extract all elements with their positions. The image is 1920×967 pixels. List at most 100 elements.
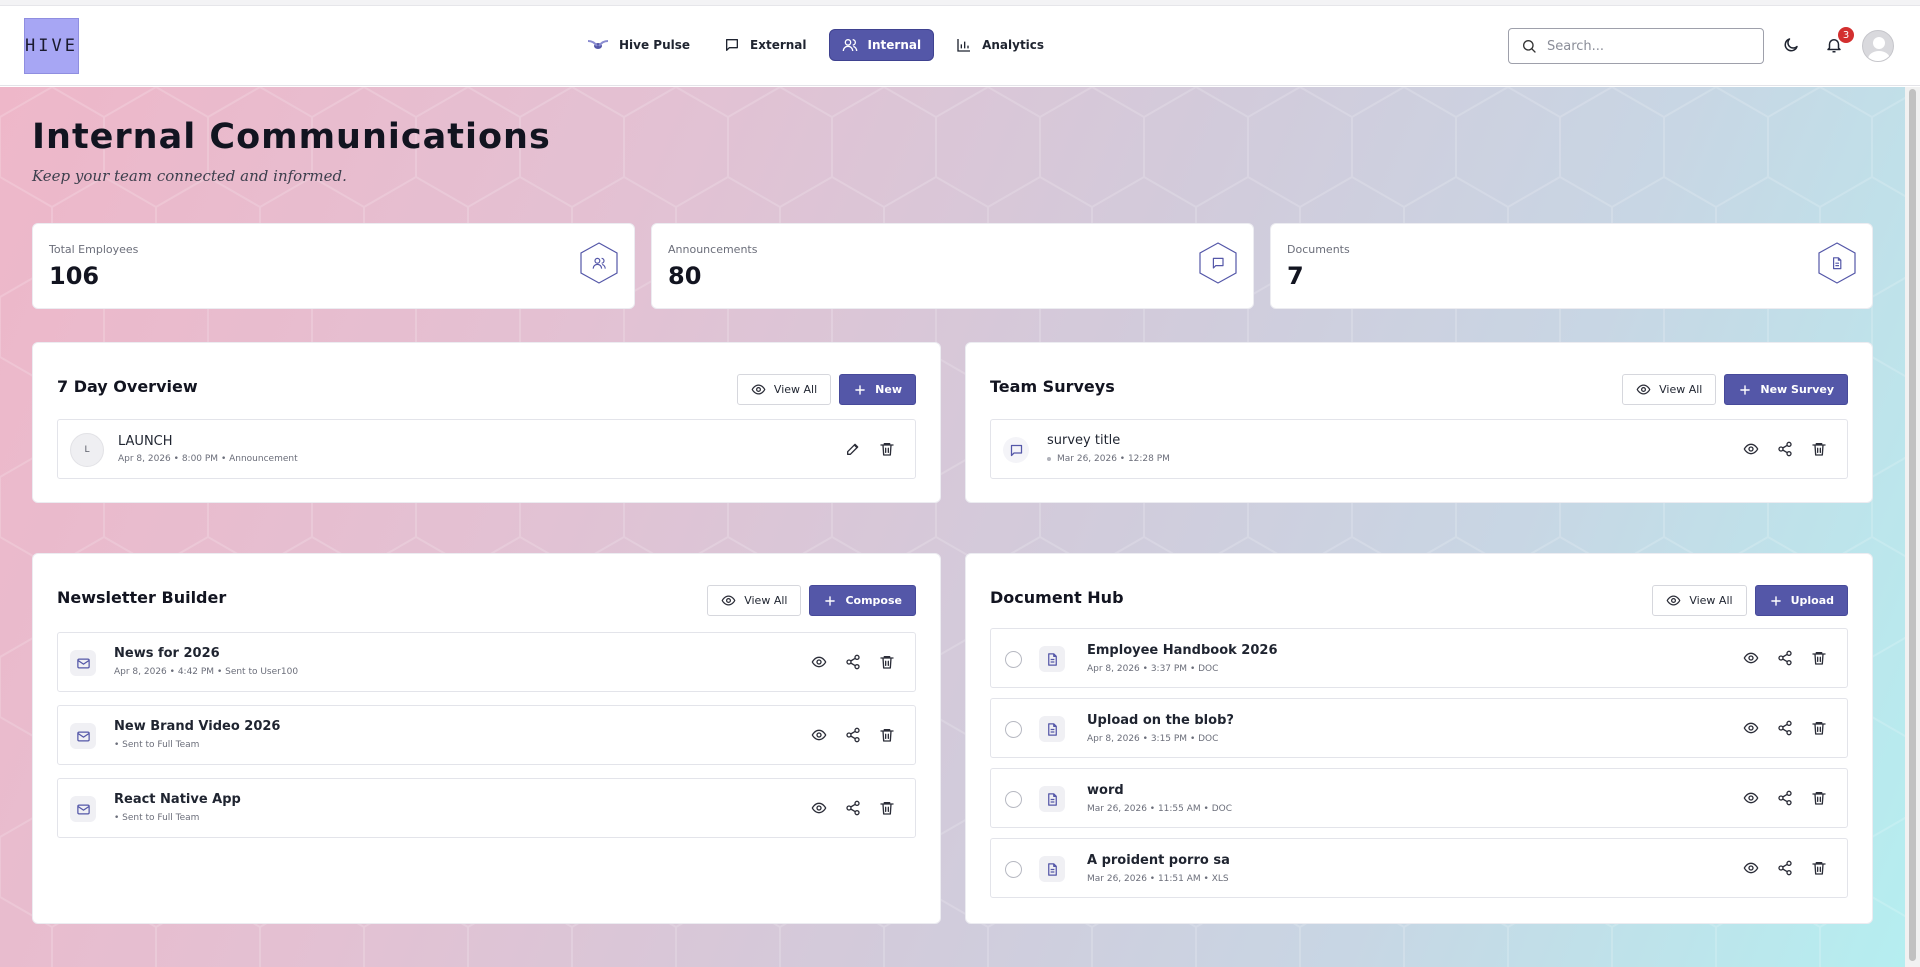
panel-actions: View All Compose: [707, 585, 916, 616]
list-item[interactable]: React Native App • Sent to Full Team: [57, 778, 916, 838]
stat-value: 7: [1287, 262, 1304, 290]
nav-hive-pulse[interactable]: Hive Pulse: [575, 29, 702, 61]
button-label: Upload: [1790, 594, 1834, 607]
item-title: React Native App: [114, 792, 241, 807]
user-avatar[interactable]: [1862, 30, 1894, 62]
share-icon[interactable]: [1777, 650, 1793, 666]
share-icon[interactable]: [845, 800, 861, 816]
eye-icon[interactable]: [811, 727, 827, 743]
upload-button[interactable]: Upload: [1754, 585, 1848, 616]
file-text-icon: [1818, 242, 1856, 284]
eye-icon[interactable]: [1743, 441, 1759, 457]
row-actions: [1743, 839, 1827, 897]
edit-icon[interactable]: [845, 441, 861, 457]
trash-icon[interactable]: [879, 800, 895, 816]
nav-label: Hive Pulse: [619, 38, 691, 52]
users-icon: [842, 37, 858, 53]
moon-icon[interactable]: [1782, 36, 1800, 54]
panel-title: Document Hub: [990, 588, 1124, 607]
file-text-icon: [1039, 716, 1065, 742]
page-title: Internal Communications: [32, 117, 551, 157]
button-label: View All: [773, 383, 818, 396]
panel-7-day-overview: 7 Day Overview View All New L LAUNCH Apr…: [32, 342, 941, 503]
bee-icon: [587, 38, 609, 52]
status-dot: [1047, 456, 1051, 461]
trash-icon[interactable]: [879, 441, 895, 457]
file-text-icon: [1039, 856, 1065, 882]
row-actions: [811, 633, 895, 691]
trash-icon[interactable]: [1811, 650, 1827, 666]
new-button[interactable]: New: [839, 374, 916, 405]
search-box: [1508, 28, 1764, 64]
users-icon: [580, 242, 618, 284]
list-item[interactable]: New Brand Video 2026 • Sent to Full Team: [57, 705, 916, 765]
trash-icon[interactable]: [1811, 441, 1827, 457]
select-radio[interactable]: [1005, 651, 1022, 668]
trash-icon[interactable]: [1811, 860, 1827, 876]
row-actions: [811, 779, 895, 837]
new-survey-button[interactable]: New Survey: [1724, 374, 1848, 405]
row-actions: [1743, 699, 1827, 757]
panel-title: 7 Day Overview: [57, 377, 198, 396]
item-meta: Apr 8, 2026 • 4:42 PM • Sent to User100: [114, 667, 299, 677]
view-all-button[interactable]: View All: [707, 585, 802, 616]
eye-icon[interactable]: [1743, 650, 1759, 666]
item-title: Employee Handbook 2026: [1087, 643, 1278, 658]
list-item[interactable]: word Mar 26, 2026 • 11:55 AM • DOC: [990, 768, 1848, 828]
nav-analytics[interactable]: Analytics: [944, 29, 1056, 61]
list-item[interactable]: Employee Handbook 2026 Apr 8, 2026 • 3:3…: [990, 628, 1848, 688]
page-scrollbar[interactable]: [1905, 87, 1920, 967]
eye-icon: [751, 382, 766, 397]
share-icon[interactable]: [1777, 790, 1793, 806]
eye-icon[interactable]: [1743, 720, 1759, 736]
message-square-icon: [724, 37, 740, 53]
eye-icon[interactable]: [1743, 790, 1759, 806]
panel-actions: View All New Survey: [1622, 374, 1848, 405]
eye-icon[interactable]: [811, 654, 827, 670]
select-radio[interactable]: [1005, 861, 1022, 878]
scrollbar-thumb[interactable]: [1909, 89, 1916, 961]
bar-chart-icon: [956, 37, 972, 53]
item-meta: Mar 26, 2026 • 11:51 AM • XLS: [1087, 874, 1229, 884]
eye-icon[interactable]: [1743, 860, 1759, 876]
select-radio[interactable]: [1005, 721, 1022, 738]
nav-internal[interactable]: Internal: [828, 29, 935, 61]
share-icon[interactable]: [1777, 441, 1793, 457]
plus-icon: [853, 383, 867, 397]
stat-label: Total Employees: [49, 243, 139, 256]
select-radio[interactable]: [1005, 791, 1022, 808]
view-all-button[interactable]: View All: [1622, 374, 1717, 405]
eye-icon: [1666, 593, 1681, 608]
list-item[interactable]: A proident porro sa Mar 26, 2026 • 11:51…: [990, 838, 1848, 898]
item-title: New Brand Video 2026: [114, 719, 281, 734]
share-icon[interactable]: [845, 654, 861, 670]
search-input[interactable]: [1547, 38, 1747, 54]
trash-icon[interactable]: [879, 654, 895, 670]
list-item[interactable]: News for 2026 Apr 8, 2026 • 4:42 PM • Se…: [57, 632, 916, 692]
panel-title: Team Surveys: [990, 377, 1115, 396]
trash-icon[interactable]: [879, 727, 895, 743]
share-icon[interactable]: [1777, 860, 1793, 876]
list-item[interactable]: L LAUNCH Apr 8, 2026 • 8:00 PM • Announc…: [57, 419, 916, 479]
eye-icon: [1636, 382, 1651, 397]
plus-icon: [1769, 594, 1783, 608]
panel-actions: View All New: [736, 374, 916, 405]
stat-card-announcements: Announcements 80: [651, 223, 1254, 309]
stat-card-documents: Documents 7: [1270, 223, 1873, 309]
stat-value: 106: [49, 262, 100, 290]
item-title: survey title: [1047, 433, 1121, 448]
share-icon[interactable]: [1777, 720, 1793, 736]
list-item[interactable]: Upload on the blob? Apr 8, 2026 • 3:15 P…: [990, 698, 1848, 758]
hive-logo[interactable]: HIVE: [24, 18, 79, 74]
view-all-button[interactable]: View All: [1652, 585, 1747, 616]
compose-button[interactable]: Compose: [809, 585, 916, 616]
eye-icon[interactable]: [811, 800, 827, 816]
share-icon[interactable]: [845, 727, 861, 743]
view-all-button[interactable]: View All: [736, 374, 832, 405]
panel-title: Newsletter Builder: [57, 588, 227, 607]
trash-icon[interactable]: [1811, 720, 1827, 736]
trash-icon[interactable]: [1811, 790, 1827, 806]
main-content: Internal Communications Keep your team c…: [0, 87, 1905, 967]
nav-external[interactable]: External: [712, 29, 818, 61]
list-item[interactable]: survey title Mar 26, 2026 • 12:28 PM: [990, 419, 1848, 479]
